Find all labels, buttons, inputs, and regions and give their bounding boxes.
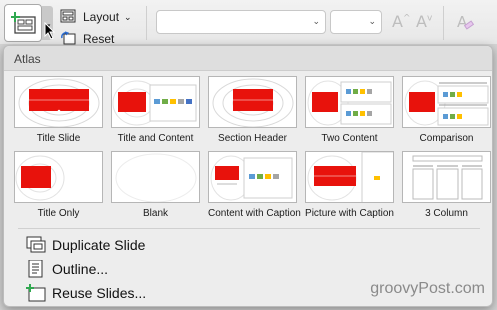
layout-content-with-caption[interactable]: Content with Caption [208,151,301,219]
layout-comparison[interactable]: Comparison [402,76,491,144]
layout-label: Title and Content [117,133,194,144]
layout-thumbnail [208,151,297,203]
layout-label: Blank [142,208,168,219]
layout-thumbnail [208,76,297,128]
decrease-font-size-icon[interactable]: Av [416,12,432,31]
duplicate-slide-label: Duplicate Slide [52,237,146,253]
layout-label: Layout [83,10,120,24]
layout-label: Content with Caption [208,208,301,219]
reuse-slides-icon [26,284,46,302]
layout-gallery-popup: Atlas Title Slide Title and Content Sect… [3,45,493,307]
layout-thumbnail [305,151,394,203]
layout-thumbnail [305,76,394,128]
layout-title-only[interactable]: Title Only [14,151,103,219]
layout-title-slide[interactable]: Title Slide [14,76,103,144]
layout-thumbnail [402,151,491,203]
duplicate-slide-menu-item[interactable]: Duplicate Slide [26,235,145,255]
theme-name-label: Atlas [14,52,41,66]
new-slide-icon [11,12,36,34]
font-name-dropdown[interactable]: ⌄ [156,10,326,34]
reuse-slides-menu-item[interactable]: Reuse Slides... [26,283,146,303]
menu-divider [18,228,480,229]
layout-blank[interactable]: Blank [111,151,200,219]
duplicate-slide-icon [26,236,46,254]
increase-font-size-icon[interactable]: A^ [392,12,411,31]
reuse-slides-label: Reuse Slides... [52,285,147,301]
reset-label: Reset [83,32,115,46]
new-slide-button[interactable] [4,4,42,42]
chevron-down-icon: ⌄ [312,16,320,26]
layout-label: Title Slide [36,133,81,144]
chevron-down-icon: ⌄ [124,11,132,22]
layout-two-content[interactable]: Two Content [305,76,394,144]
chevron-down-icon: ⌄ [368,16,376,26]
outline-icon [26,259,46,278]
layout-3-column[interactable]: 3 Column [402,151,491,219]
layout-picture-with-caption[interactable]: Picture with Caption [305,151,394,219]
home-ribbon: ▼ Layout ⌄ Reset ⌄ ⌄ A^ Av A [0,0,497,46]
clear-formatting-icon[interactable]: A [455,12,475,36]
layout-label: 3 Column [425,208,468,219]
layout-section-header[interactable]: Section Header [208,76,297,144]
layout-label: Two Content [321,133,378,144]
ribbon-divider [443,6,444,40]
layout-label: Title Only [37,208,80,219]
font-size-dropdown[interactable]: ⌄ [330,10,382,34]
layout-label: Picture with Caption [305,208,394,219]
layout-thumbnail [402,76,491,128]
layout-thumbnail [111,76,200,128]
layout-thumbnail [111,151,200,203]
theme-section-header: Atlas [4,46,492,71]
layout-label: Comparison [419,133,474,144]
outline-label: Outline... [52,261,109,277]
mouse-pointer-icon [44,22,56,40]
layout-label: Section Header [218,133,287,144]
layout-thumbnail [14,151,103,203]
watermark: groovyPost.com [370,280,485,297]
layout-thumbnail [14,76,103,128]
layout-button[interactable]: Layout ⌄ [60,8,132,26]
ribbon-divider [146,6,147,40]
layout-title-and-content[interactable]: Title and Content [111,76,200,144]
outline-menu-item[interactable]: Outline... [26,259,108,279]
layout-icon [60,9,76,26]
